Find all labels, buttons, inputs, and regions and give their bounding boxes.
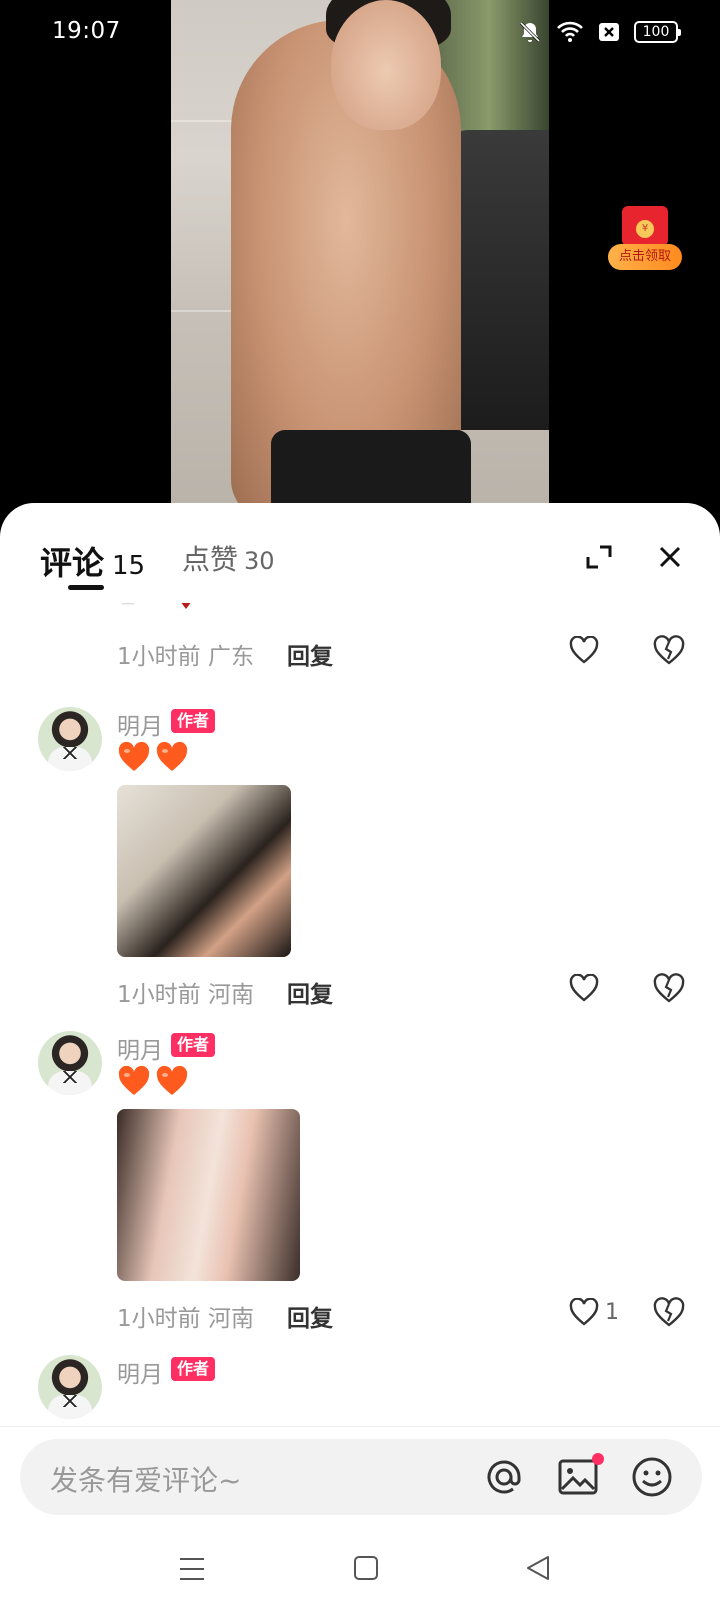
partial-content — [122, 603, 191, 609]
avatar[interactable] — [38, 707, 102, 771]
comment-input-bar: 发条有爱评论~ — [0, 1426, 720, 1526]
red-packet-button[interactable]: ¥ 点击领取 — [608, 206, 682, 276]
status-bar: 19:07 100 — [0, 0, 720, 66]
comment-meta: 1小时前 河南 回复 — [117, 971, 717, 1011]
status-time: 19:07 — [52, 18, 121, 44]
comment-input[interactable]: 发条有爱评论~ — [20, 1439, 702, 1515]
orange-heart-icon — [118, 1065, 150, 1095]
comment-meta: 1小时前 河南 回复 1 — [117, 1295, 717, 1335]
like-count: 1 — [605, 1299, 619, 1325]
comment-text — [117, 741, 189, 775]
username[interactable]: 明月 — [117, 707, 163, 741]
comment-image[interactable] — [117, 785, 291, 957]
reply-button[interactable]: 回复 — [287, 975, 333, 1009]
broken-heart-icon[interactable] — [652, 971, 686, 1005]
red-packet-label: 点击领取 — [608, 244, 682, 270]
notification-dot — [592, 1453, 604, 1465]
heart-outline-icon — [569, 1298, 599, 1326]
video-player[interactable] — [171, 0, 549, 520]
tab-comments[interactable]: 评论 15 — [40, 538, 145, 584]
broken-heart-icon[interactable] — [652, 1295, 686, 1329]
username[interactable]: 明月 — [117, 1031, 163, 1065]
screen: 19:07 100 ¥ 点击领取 评论 15 点赞 30 1小时前 广东 回复 … — [0, 0, 720, 1612]
reply-button[interactable]: 回复 — [287, 637, 333, 671]
heart-outline-icon — [569, 636, 599, 664]
system-nav-bar — [0, 1526, 720, 1612]
author-badge: 作者 — [171, 1033, 216, 1057]
input-placeholder: 发条有爱评论~ — [50, 1464, 242, 1497]
comment-image[interactable] — [117, 1109, 300, 1281]
tab-indicator — [68, 585, 104, 590]
heart-outline-icon — [569, 974, 599, 1002]
wifi-icon — [557, 21, 583, 42]
author-badge: 作者 — [171, 1357, 216, 1381]
broken-heart-icon[interactable] — [652, 633, 686, 667]
comments-sheet: 评论 15 点赞 30 1小时前 广东 回复 明月 作者 1小时前 河南 回复 … — [0, 503, 720, 1612]
battery-icon: 100 — [634, 21, 681, 43]
comment-list[interactable]: 1小时前 广东 回复 明月 作者 1小时前 河南 回复 明月 作者 1小时前 河… — [0, 603, 720, 1426]
reply-button[interactable]: 回复 — [287, 1299, 333, 1333]
username[interactable]: 明月 — [117, 1355, 163, 1389]
close-icon[interactable] — [656, 543, 684, 571]
author-badge: 作者 — [171, 709, 216, 733]
tab-bar: 评论 15 点赞 30 — [0, 503, 720, 603]
menu-icon[interactable] — [178, 1556, 206, 1582]
expand-icon[interactable] — [585, 543, 613, 571]
home-icon[interactable] — [352, 1554, 380, 1582]
orange-heart-icon — [118, 741, 150, 771]
mute-bell-icon — [519, 21, 541, 43]
emoji-icon[interactable] — [630, 1455, 674, 1499]
like-button[interactable]: 1 — [569, 1295, 619, 1329]
tab-likes[interactable]: 点赞 30 — [182, 538, 275, 578]
like-button[interactable] — [569, 633, 599, 667]
back-icon[interactable] — [524, 1554, 552, 1582]
like-button[interactable] — [569, 971, 599, 1005]
comment-meta: 1小时前 广东 回复 — [117, 633, 717, 673]
avatar[interactable] — [38, 1355, 102, 1419]
at-mention-icon[interactable] — [482, 1455, 526, 1499]
avatar[interactable] — [38, 1031, 102, 1095]
no-sim-icon — [599, 23, 619, 41]
orange-heart-icon — [156, 1065, 188, 1095]
orange-heart-icon — [156, 741, 188, 771]
comment-text — [117, 1065, 189, 1099]
